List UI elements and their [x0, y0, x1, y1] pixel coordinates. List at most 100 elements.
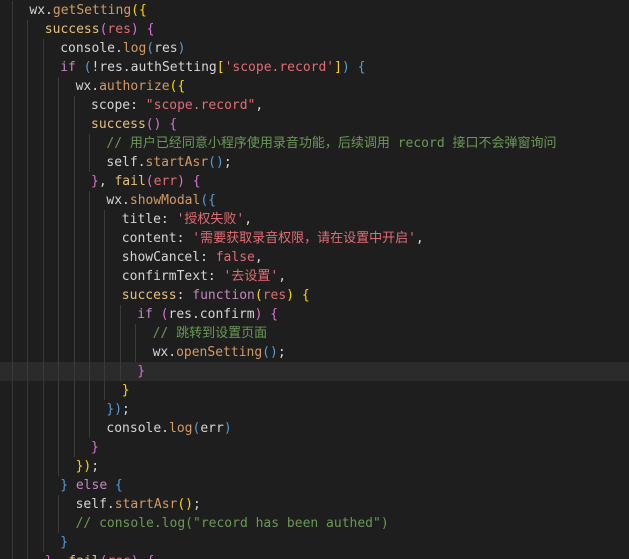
code-text: // 用户已经同意小程序使用录音功能，后续调用 record 接口不会弹窗询问 [106, 134, 556, 153]
code-line[interactable]: success() { [0, 115, 629, 134]
indent-guide [89, 134, 90, 153]
code-token: ) [223, 421, 232, 436]
code-token: console. [60, 41, 123, 56]
code-line[interactable]: } [0, 533, 629, 552]
indent-guide [58, 153, 60, 172]
code-text: wx.getSetting({ [29, 1, 146, 20]
code-line[interactable]: wx.openSetting(); [0, 343, 629, 362]
code-text: wx.authorize({ [76, 77, 186, 96]
code-token: , [415, 231, 424, 246]
code-line[interactable]: wx.getSetting({ [0, 1, 629, 20]
code-line[interactable]: }, fail(res) { [0, 552, 629, 559]
code-line[interactable]: console.log(err) [0, 419, 629, 438]
code-line[interactable]: if (!res.authSetting['scope.record']) { [0, 58, 629, 77]
indent-guide [12, 172, 13, 191]
indent-guide [89, 153, 90, 172]
code-token: () [145, 117, 162, 132]
code-token: } [137, 364, 146, 379]
code-line[interactable]: // 用户已经同意小程序使用录音功能，后续调用 record 接口不会弹窗询问 [0, 134, 629, 153]
code-line[interactable]: } [0, 381, 629, 400]
code-text: } else { [60, 476, 123, 495]
indent-guide [42, 153, 44, 172]
code-line[interactable]: // console.log("record has been authed") [0, 514, 629, 533]
code-line[interactable]: content: '需要获取录音权限，请在设置中开启', [0, 229, 629, 248]
code-text: } [91, 438, 99, 457]
code-token: res [107, 22, 131, 37]
code-token: ( [146, 41, 155, 56]
indent-guide [73, 172, 75, 191]
indent-guide [42, 267, 44, 286]
code-token: ( [160, 307, 169, 322]
code-line[interactable]: self.startAsr(); [0, 495, 629, 514]
indent-guide [27, 134, 29, 153]
code-text: title: '授权失败', [122, 210, 252, 229]
code-line[interactable]: showCancel: false, [0, 248, 629, 267]
indent-guide [27, 39, 29, 58]
indent-guide [12, 419, 13, 438]
indent-guide [12, 305, 13, 324]
indent-guide [58, 324, 60, 343]
code-line[interactable]: } else { [0, 476, 629, 495]
code-token: err [200, 421, 224, 436]
indent-guide [42, 324, 44, 343]
code-token: wx. [106, 193, 130, 208]
indent-guide [42, 438, 44, 457]
indent-guide [42, 39, 44, 58]
code-token: success [121, 288, 177, 303]
code-line[interactable]: title: '授权失败', [0, 210, 629, 229]
indent-guide [58, 419, 60, 438]
indent-guide [119, 324, 121, 343]
indent-guide [12, 1, 13, 20]
code-text: success() { [91, 115, 177, 134]
code-token: if [60, 60, 76, 75]
indent-guide [27, 457, 29, 476]
indent-guide [27, 20, 29, 39]
indent-guide [27, 381, 29, 400]
code-line[interactable]: if (res.confirm) { [0, 305, 629, 324]
code-line[interactable]: // 跳转到设置页面 [0, 324, 629, 343]
code-text: // 跳转到设置页面 [153, 324, 267, 343]
indent-guide [12, 438, 13, 457]
code-editor[interactable]: wx.getSetting({success(res) {console.log… [0, 0, 629, 559]
code-line[interactable]: confirmText: '去设置', [0, 267, 629, 286]
indent-guide [73, 267, 75, 286]
indent-guide [12, 77, 13, 96]
indent-guide [27, 362, 29, 381]
code-line[interactable]: success(res) { [0, 20, 629, 39]
code-line[interactable]: scope: "scope.record", [0, 96, 629, 115]
indent-guide [27, 172, 29, 191]
indent-guide [27, 419, 29, 438]
code-line[interactable]: }, fail(err) { [0, 172, 629, 191]
indent-guide [42, 533, 44, 552]
code-token: success [44, 22, 100, 37]
code-token: { [270, 307, 279, 322]
code-line[interactable]: }); [0, 457, 629, 476]
code-lines[interactable]: wx.getSetting({success(res) {console.log… [0, 1, 629, 559]
code-token: , [98, 174, 115, 189]
indent-guide [27, 305, 29, 324]
code-line[interactable]: } [0, 438, 629, 457]
indent-guide [73, 286, 75, 305]
code-line[interactable]: success: function(res) { [0, 286, 629, 305]
code-line[interactable]: } [0, 362, 629, 381]
code-token: "scope.record" [145, 98, 256, 113]
code-text: } [60, 533, 68, 552]
indent-guide [73, 438, 75, 457]
code-line[interactable]: wx.authorize({ [0, 77, 629, 96]
indent-guide [58, 248, 60, 267]
code-token: success [91, 117, 146, 132]
indent-guide [42, 419, 44, 438]
code-line[interactable]: wx.showModal({ [0, 191, 629, 210]
code-line[interactable]: }); [0, 400, 629, 419]
indent-guide [73, 362, 75, 381]
indent-guide [42, 172, 44, 191]
code-line[interactable]: self.startAsr(); [0, 153, 629, 172]
indent-guide [104, 343, 106, 362]
code-text: } [122, 381, 130, 400]
code-line[interactable]: console.log(res) [0, 39, 629, 58]
code-token: wx. [75, 79, 100, 94]
indent-guide [58, 343, 60, 362]
indent-guide [58, 305, 60, 324]
code-token: () [208, 155, 224, 170]
